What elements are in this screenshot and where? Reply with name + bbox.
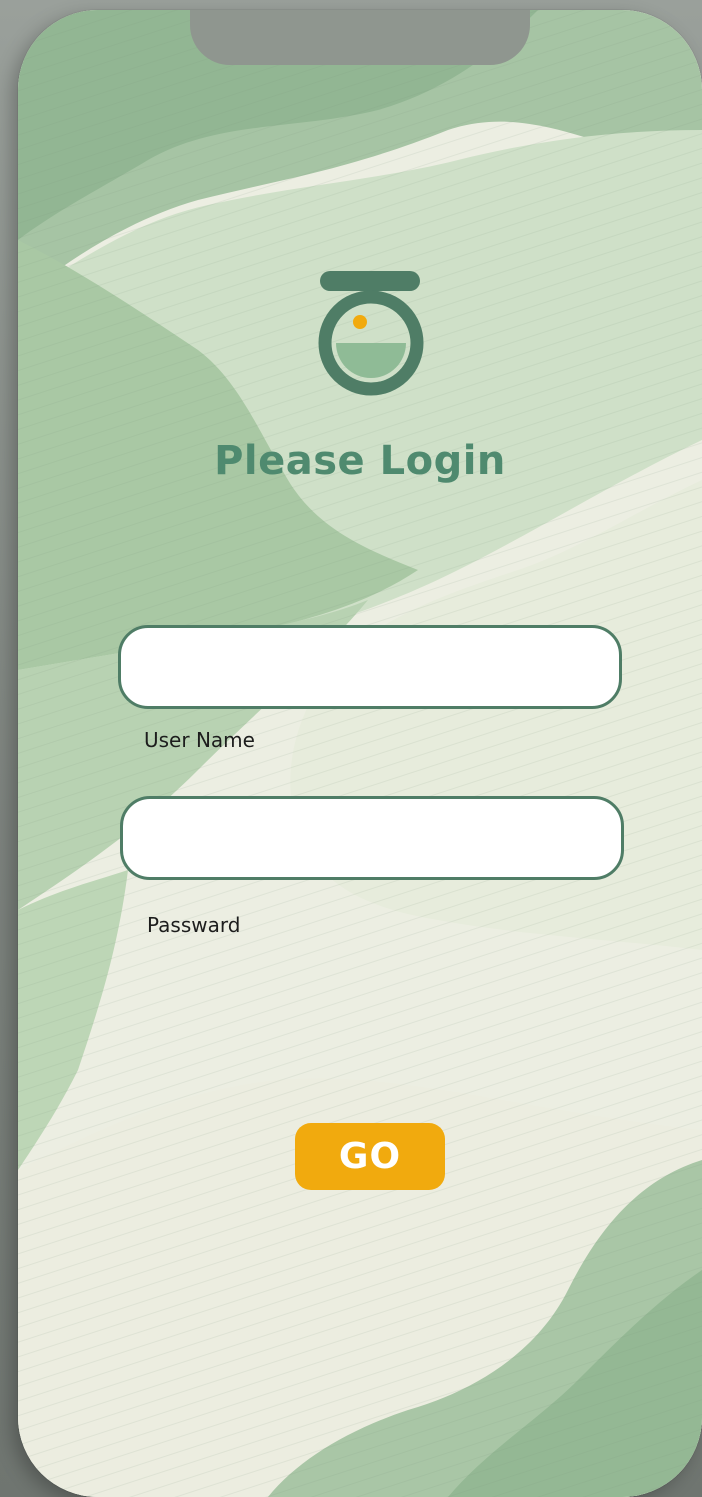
page-title: Please Login xyxy=(214,438,506,484)
phone-notch xyxy=(190,10,530,65)
phone-frame: Please Login User Name Passward GO xyxy=(18,10,702,1497)
username-input[interactable] xyxy=(118,625,622,709)
cloche-bowl-logo-icon xyxy=(318,271,424,396)
password-label: Passward xyxy=(147,913,241,937)
username-label: User Name xyxy=(144,728,255,752)
wavy-background xyxy=(18,10,702,1497)
screen-backdrop: Please Login User Name Passward GO xyxy=(0,0,702,1497)
go-button[interactable]: GO xyxy=(295,1123,445,1190)
password-input[interactable] xyxy=(120,796,624,880)
